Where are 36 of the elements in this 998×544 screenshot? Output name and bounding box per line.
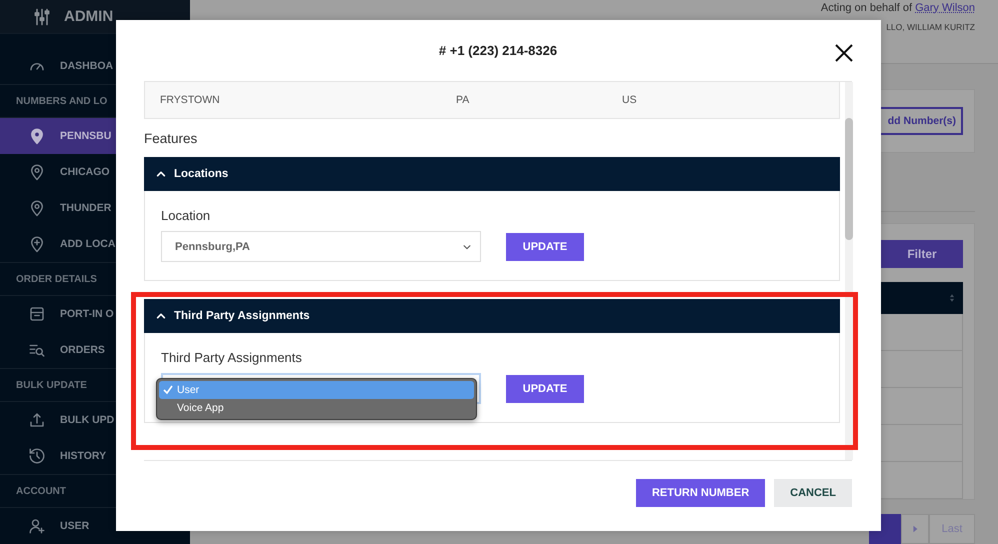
history-icon	[28, 447, 46, 465]
location-pin-icon	[28, 127, 46, 145]
accordion-header[interactable]: Third Party Assignments	[144, 299, 840, 333]
sidebar-item[interactable]: DASHBOA	[0, 48, 190, 84]
acting-on-behalf-text: Acting on behalf of Gary Wilson	[820, 2, 975, 14]
table-cell-text: PA	[455, 94, 470, 106]
scrollbar[interactable]	[845, 82, 853, 460]
field-label: Third Party Assignments	[161, 350, 303, 365]
greeting-text: LLO, WILLIAM KURITZ	[886, 22, 975, 32]
add-user-icon	[28, 517, 46, 535]
caret-up-icon	[156, 311, 166, 321]
accordion-header[interactable]: Locations	[144, 157, 840, 191]
brand-title: ADMIN	[64, 8, 114, 25]
update-button[interactable]: UPDATE	[506, 232, 584, 260]
sidebar-item[interactable]: USER	[0, 508, 190, 544]
cancel-button[interactable]: CANCEL	[774, 479, 852, 507]
add-location-icon	[28, 235, 46, 253]
inbox-icon	[28, 305, 46, 323]
dropdown-option[interactable]: Voice App	[159, 399, 474, 417]
filter-button[interactable]: Filter	[881, 240, 963, 268]
update-button[interactable]: UPDATE	[506, 374, 584, 402]
select-field[interactable]: Pennsburg,PA	[161, 231, 481, 262]
user-link[interactable]: Gary Wilson	[915, 2, 975, 14]
upload-icon	[28, 411, 46, 429]
return-number-button[interactable]: RETURN NUMBER	[636, 479, 766, 507]
field-label: Location	[161, 208, 212, 223]
table-cell-text: US	[621, 94, 637, 106]
location-pin-icon	[28, 199, 46, 217]
check-icon	[163, 385, 173, 395]
caret-right-icon	[911, 525, 919, 533]
sidebar-item[interactable]: HISTORY	[0, 438, 190, 474]
caret-up-icon	[156, 169, 166, 179]
modal-title: # +1 (223) 214-8326	[438, 43, 558, 58]
dropdown-option[interactable]: User	[159, 381, 474, 399]
location-pin-icon	[28, 163, 46, 181]
close-icon[interactable]	[834, 43, 854, 63]
